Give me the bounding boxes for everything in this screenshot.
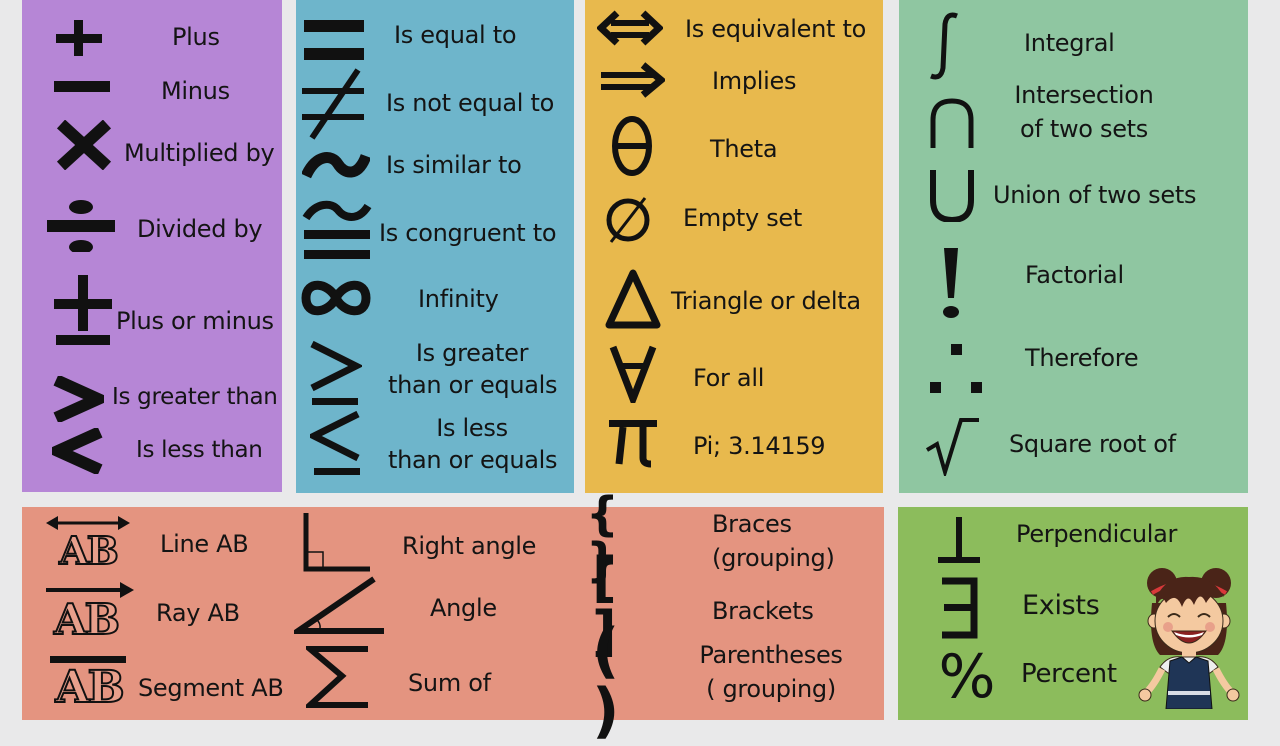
label-multiplied: Multiplied by (124, 139, 275, 167)
geometry-panel: AB Line AB AB Ray AB AB Segment AB Right… (22, 491, 884, 746)
label-union: Union of two sets (993, 181, 1197, 209)
plus-minus-icon (54, 275, 112, 347)
label-line-ab: Line AB (160, 530, 249, 558)
label-exists: Exists (1022, 590, 1100, 621)
label-angle: Angle (430, 594, 497, 622)
label-parentheses-line2: ( grouping) (706, 675, 836, 703)
label-sum: Sum of (408, 669, 491, 697)
square-root-icon (923, 410, 983, 476)
label-not-equal: Is not equal to (386, 89, 554, 117)
minus-icon (54, 80, 110, 92)
theta-icon (610, 114, 654, 178)
segment-ab-icon: AB (42, 647, 136, 717)
label-plus: Plus (172, 23, 220, 51)
greater-equal-icon (310, 340, 362, 406)
label-similar: Is similar to (386, 151, 522, 179)
pi-icon (607, 418, 659, 468)
equals-icon (304, 18, 364, 60)
plus-icon (56, 20, 102, 56)
label-braces-line1: Braces (712, 510, 792, 538)
exists-icon (938, 577, 980, 639)
label-equal: Is equal to (394, 21, 517, 49)
label-intersection-line2: of two sets (1020, 115, 1148, 143)
label-braces: Braces (grouping) (712, 509, 835, 573)
logic-panel: Is equivalent to Implies Theta Empty set… (585, 0, 883, 493)
label-intersection-line1: Intersection (1014, 81, 1154, 109)
ray-ab-glyph: AB (53, 595, 121, 644)
label-ray-ab: Ray AB (156, 599, 240, 627)
label-empty-set: Empty set (683, 204, 802, 232)
label-brackets: Brackets (712, 597, 814, 625)
label-greater-equal-line2: than or equals (388, 371, 558, 399)
line-ab-glyph: AB (58, 528, 120, 573)
segment-ab-glyph: AB (54, 662, 125, 713)
label-therefore: Therefore (1025, 344, 1139, 372)
sum-icon (306, 643, 372, 709)
label-less-equal-line1: Is less (436, 414, 508, 442)
congruent-icon (302, 200, 372, 262)
divide-icon (47, 200, 115, 252)
relations-panel: Is equal to Is not equal to Is similar t… (296, 0, 574, 493)
label-parentheses: Parentheses ( grouping) (686, 640, 856, 704)
label-percent: Percent (1021, 659, 1117, 689)
implies-arrow-icon (599, 62, 665, 98)
label-greater-equal-line1: Is greater (415, 339, 529, 367)
perpendicular-icon (936, 515, 982, 565)
less-equal-icon (310, 410, 362, 476)
equivalent-arrow-icon (597, 10, 663, 46)
label-plus-minus: Plus or minus (116, 307, 274, 335)
label-equivalent: Is equivalent to (685, 15, 866, 43)
label-delta: Triangle or delta (671, 287, 861, 315)
sets-panel: Integral Intersection of two sets Union … (899, 0, 1248, 493)
angle-icon (294, 573, 386, 639)
for-all-icon (609, 343, 657, 403)
integral-icon (929, 10, 961, 82)
label-perpendicular: Perpendicular (1016, 520, 1178, 548)
parentheses-icon: ( ) (592, 616, 624, 746)
percent-icon: % (938, 642, 996, 712)
label-intersection: Intersection of two sets (999, 80, 1169, 144)
right-angle-icon (302, 513, 372, 573)
misc-panel: Perpendicular Exists % Percent (898, 507, 1248, 720)
label-pi: Pi; 3.14159 (693, 432, 826, 460)
therefore-icon (927, 342, 985, 398)
label-parentheses-line1: Parentheses (699, 641, 843, 669)
cartoon-girl-illustration (1138, 563, 1240, 709)
label-infinity: Infinity (418, 285, 499, 313)
label-less-equal: Is less than or equals (388, 413, 558, 475)
label-for-all: For all (693, 364, 765, 392)
label-integral: Integral (1024, 29, 1115, 57)
label-congruent: Is congruent to (379, 219, 557, 247)
empty-set-icon (603, 194, 653, 244)
label-square-root: Square root of (1009, 430, 1176, 458)
arithmetic-panel: Plus Minus Multiplied by Divided by Plus… (22, 0, 282, 492)
infinity-icon (300, 274, 372, 322)
label-theta: Theta (710, 135, 778, 163)
label-segment-ab: Segment AB (138, 674, 284, 702)
label-factorial: Factorial (1025, 261, 1124, 289)
multiply-icon (55, 120, 113, 170)
union-icon (929, 168, 975, 222)
label-less-than: Is less than (136, 437, 263, 463)
not-equal-icon (302, 68, 366, 140)
similar-icon (302, 150, 370, 182)
label-less-equal-line2: than or equals (388, 446, 558, 474)
delta-icon (605, 268, 661, 330)
less-than-icon (52, 428, 104, 474)
label-implies: Implies (712, 67, 797, 95)
greater-than-icon (52, 376, 104, 422)
label-divided: Divided by (137, 215, 263, 243)
label-greater-than: Is greater than (112, 384, 278, 410)
intersection-icon (929, 98, 975, 150)
label-right-angle: Right angle (402, 532, 537, 560)
label-greater-equal: Is greater than or equals (388, 338, 558, 400)
line-ab-icon: AB (46, 511, 130, 573)
factorial-icon (939, 246, 963, 322)
ray-ab-icon: AB (38, 577, 134, 645)
label-minus: Minus (161, 77, 230, 105)
label-braces-line2: (grouping) (712, 544, 835, 572)
